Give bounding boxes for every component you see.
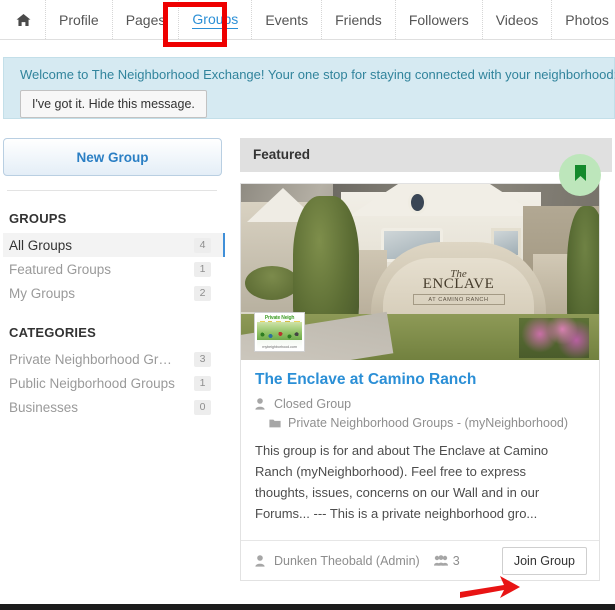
welcome-message: Welcome to The Neighborhood Exchange! Yo… [20, 67, 615, 82]
sidebar-item-label: Public Neigborhood Groups [9, 375, 175, 391]
group-admin-label: Dunken Theobald (Admin) [274, 553, 420, 568]
group-category-row: Private Neighborhood Groups - (myNeighbo… [255, 415, 585, 431]
group-category-label: Private Neighborhood Groups - (myNeighbo… [288, 416, 569, 430]
nav-item-label: Pages [125, 11, 166, 28]
featured-section-header: Featured [240, 138, 612, 172]
new-group-button[interactable]: New Group [3, 138, 222, 176]
thumbnail-url: mybeighborhood.com [262, 344, 297, 349]
sidebar-divider [7, 190, 217, 191]
sidebar-item-count: 1 [194, 375, 211, 391]
nav-item-label: Profile [59, 11, 99, 28]
sign-sub-text: AT CAMINO RANCH [428, 297, 489, 303]
bookmark-icon [573, 164, 588, 187]
sidebar-item-businesses[interactable]: Businesses 0 [3, 395, 225, 419]
sidebar-item-label: My Groups [9, 285, 76, 301]
sidebar-groups-heading: GROUPS [9, 211, 67, 226]
nav-item-groups[interactable]: Groups [179, 0, 253, 39]
sidebar-groups-list: All Groups 4 Featured Groups 1 My Groups… [3, 233, 225, 305]
featured-badge [559, 154, 601, 196]
dismiss-welcome-button[interactable]: I've got it. Hide this message. [20, 90, 207, 118]
group-avatar-thumbnail[interactable]: Private Neigh mybeighborhood.com [254, 312, 305, 352]
main-content: Featured The ENCLAVE AT CAMINO RANCH Pri… [240, 138, 615, 581]
welcome-banner: Welcome to The Neighborhood Exchange! Yo… [3, 57, 615, 119]
sidebar-item-featured-groups[interactable]: Featured Groups 1 [3, 257, 225, 281]
folder-icon [269, 418, 283, 428]
top-navbar: Profile Pages Groups Events Friends Foll… [0, 0, 615, 40]
nav-item-followers[interactable]: Followers [396, 0, 483, 39]
sidebar-item-count: 2 [194, 285, 211, 301]
sidebar-item-count: 3 [194, 351, 211, 367]
nav-item-videos[interactable]: Videos [483, 0, 553, 39]
sidebar-item-count: 0 [194, 399, 211, 415]
sidebar-item-count: 4 [194, 237, 211, 253]
group-privacy-row: Closed Group [255, 396, 585, 412]
nav-item-events[interactable]: Events [252, 0, 323, 39]
sidebar-item-label: Businesses [9, 399, 79, 415]
sidebar: New Group GROUPS All Groups 4 Featured G… [3, 138, 225, 419]
nav-item-home[interactable] [0, 0, 46, 39]
nav-item-photos[interactable]: Photos [552, 0, 615, 39]
nav-item-label: Groups [192, 10, 239, 29]
nav-item-label: Photos [565, 11, 609, 28]
sign-name-text: ENCLAVE [422, 276, 495, 292]
group-cover-photo[interactable]: The ENCLAVE AT CAMINO RANCH Private Neig… [241, 184, 599, 360]
sidebar-categories-heading: CATEGORIES [9, 325, 96, 340]
sidebar-item-all-groups[interactable]: All Groups 4 [3, 233, 225, 257]
nav-item-label: Followers [408, 11, 469, 28]
sidebar-item-private-neighborhood-groups[interactable]: Private Neighborhood Grou… 3 [3, 347, 225, 371]
group-description: This group is for and about The Enclave … [255, 443, 549, 521]
join-group-button[interactable]: Join Group [501, 546, 587, 575]
sidebar-item-label: All Groups [9, 237, 73, 253]
user-icon [255, 554, 269, 567]
nav-item-pages[interactable]: Pages [113, 0, 180, 39]
user-icon [255, 398, 269, 410]
sidebar-item-label: Private Neighborhood Grou… [9, 351, 179, 367]
users-icon [433, 555, 448, 566]
sidebar-item-count: 1 [194, 261, 211, 277]
sidebar-item-my-groups[interactable]: My Groups 2 [3, 281, 225, 305]
home-icon [16, 13, 31, 27]
nav-item-profile[interactable]: Profile [46, 0, 113, 39]
nav-item-friends[interactable]: Friends [322, 0, 396, 39]
bottom-bar [0, 604, 615, 610]
group-title-link[interactable]: The Enclave at Camino Ranch [255, 370, 585, 389]
group-members-count: 3 [452, 553, 460, 568]
sidebar-item-public-neighborhood-groups[interactable]: Public Neigborhood Groups 1 [3, 371, 225, 395]
nav-item-label: Events [265, 11, 309, 28]
group-card: The ENCLAVE AT CAMINO RANCH Private Neig… [240, 183, 600, 581]
group-privacy-label: Closed Group [274, 397, 352, 411]
sidebar-item-label: Featured Groups [9, 261, 112, 277]
group-card-footer: Dunken Theobald (Admin) 3 Join Group [241, 540, 599, 580]
group-card-body: The Enclave at Camino Ranch Closed Group [241, 360, 599, 530]
nav-item-label: Friends [335, 11, 382, 28]
sidebar-categories-list: Private Neighborhood Grou… 3 Public Neig… [3, 347, 225, 419]
nav-item-label: Videos [495, 11, 539, 28]
